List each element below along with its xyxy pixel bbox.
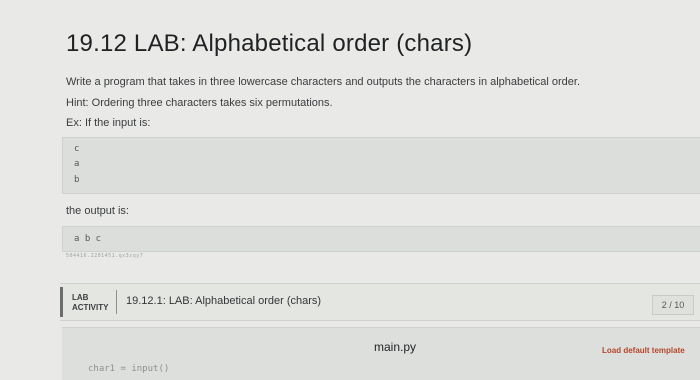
example-input-line: c [74, 144, 80, 154]
caption-id: 504416.2201451.qx3zqy7 [66, 253, 144, 259]
example-output-line: a b c [74, 234, 102, 244]
example-input-line: b [74, 175, 80, 185]
lab-title: 19.12.1: LAB: Alphabetical order (chars) [126, 295, 322, 307]
lab-label-line-2: ACTIVITY [72, 303, 109, 312]
page-title: 19.12 LAB: Alphabetical order (chars) [66, 30, 473, 57]
lab-activity-label: LAB ACTIVITY [72, 293, 108, 313]
load-default-template-button[interactable]: Load default template [602, 346, 685, 355]
example-input-box: c a b [62, 137, 700, 194]
output-label: the output is: [66, 205, 129, 217]
example-input-line: a [74, 159, 80, 169]
example-output-box: a b c [62, 226, 700, 252]
lab-activity-bar: LAB ACTIVITY 19.12.1: LAB: Alphabetical … [60, 283, 700, 321]
lab-label-line-1: LAB [72, 293, 89, 302]
code-editor-line[interactable]: char1 = input() [88, 364, 169, 374]
description-line-1: Write a program that takes in three lowe… [66, 76, 581, 88]
file-name-tab[interactable]: main.py [374, 340, 416, 354]
lab-divider [116, 290, 117, 314]
description-line-3: Ex: If the input is: [66, 117, 151, 129]
score-badge: 2 / 10 [652, 295, 694, 315]
description-line-2: Hint: Ordering three characters takes si… [66, 97, 333, 109]
lab-accent-bar [60, 287, 63, 317]
